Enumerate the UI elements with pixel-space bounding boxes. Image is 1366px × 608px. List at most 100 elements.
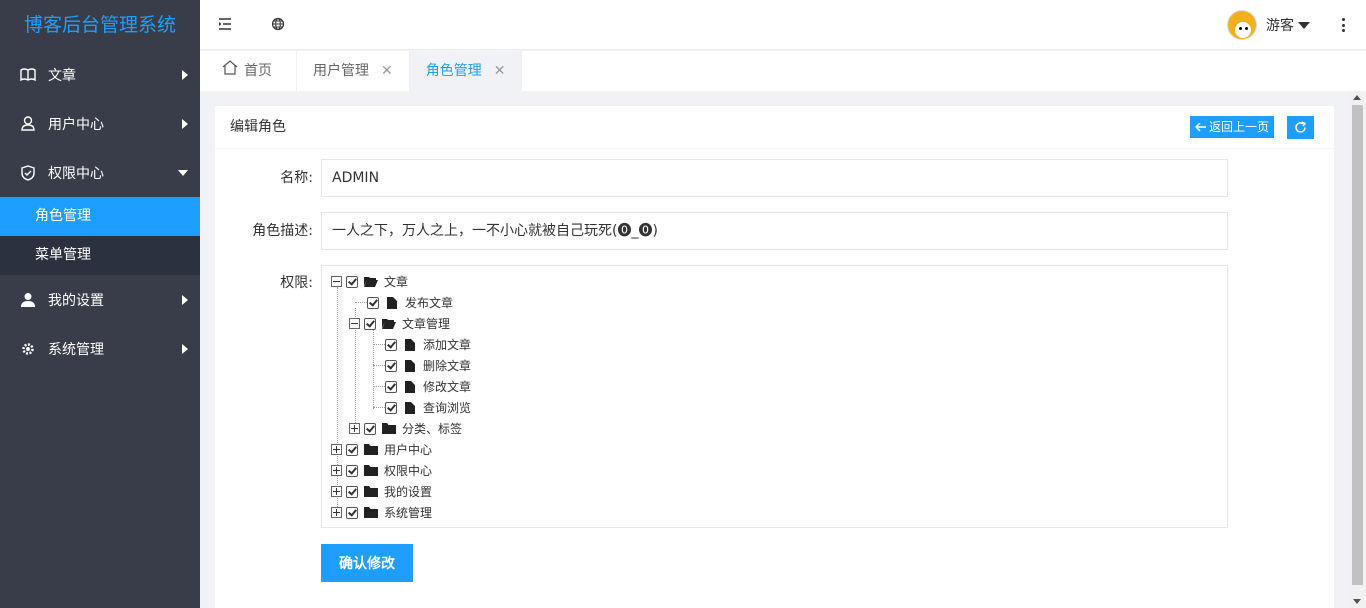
confirm-button[interactable]: 确认修改 bbox=[321, 544, 413, 582]
file-icon bbox=[387, 296, 397, 309]
tree-node-label: 分类、标签 bbox=[402, 422, 463, 436]
sidebar-subitem-menu-management[interactable]: 菜单管理 bbox=[0, 236, 200, 275]
refresh-button[interactable] bbox=[1287, 116, 1314, 139]
checkbox[interactable] bbox=[385, 380, 397, 393]
top-header: 游客 bbox=[200, 0, 1366, 50]
back-button[interactable]: 返回上一页 bbox=[1189, 116, 1274, 138]
expand-icon[interactable] bbox=[331, 486, 342, 497]
chevron-down-icon bbox=[178, 169, 188, 176]
checkbox[interactable] bbox=[346, 443, 358, 456]
globe-icon[interactable] bbox=[271, 17, 287, 33]
close-icon[interactable]: ✕ bbox=[381, 51, 393, 91]
file-icon bbox=[405, 359, 415, 372]
form-row-permissions: 权限: 文章 发布文章 文章管理 添加文章 删除文章 修改文章 查询浏览 分类、… bbox=[215, 265, 1228, 528]
expand-icon[interactable] bbox=[331, 465, 342, 476]
permissions-label: 权限: bbox=[280, 275, 313, 291]
tree-node-system-management[interactable]: 系统管理 bbox=[331, 502, 432, 523]
folder-open-icon bbox=[364, 277, 378, 287]
tree-node-permission-center[interactable]: 权限中心 bbox=[331, 460, 432, 481]
sidebar-item-label: 用户中心 bbox=[48, 116, 104, 133]
tree-node-article-management[interactable]: 文章管理 bbox=[349, 313, 450, 334]
checkbox[interactable] bbox=[346, 485, 358, 498]
folder-icon bbox=[364, 465, 378, 476]
name-input[interactable]: ADMIN bbox=[321, 159, 1228, 197]
sidebar-item-permission-center[interactable]: 权限中心 bbox=[0, 148, 200, 197]
description-input[interactable]: 一人之下，万人之上，一不小心就被自己玩死(⓿_⓿) bbox=[321, 212, 1228, 250]
tree-node-user-center[interactable]: 用户中心 bbox=[331, 439, 432, 460]
card-title: 编辑角色 bbox=[230, 119, 286, 135]
caret-down-icon bbox=[1298, 21, 1310, 29]
tree-node-label: 查询浏览 bbox=[423, 401, 472, 415]
tree-node-label: 发布文章 bbox=[405, 296, 454, 310]
book-icon bbox=[20, 67, 36, 83]
page-scrollbar[interactable] bbox=[1349, 91, 1366, 608]
checkbox[interactable] bbox=[364, 422, 376, 435]
sidebar-item-label: 权限中心 bbox=[48, 165, 104, 182]
tree-node-label: 用户中心 bbox=[384, 443, 433, 457]
tree-node-my-settings[interactable]: 我的设置 bbox=[331, 481, 432, 502]
checkbox[interactable] bbox=[367, 296, 379, 309]
scroll-down-icon[interactable] bbox=[1353, 599, 1361, 604]
more-vertical-icon[interactable] bbox=[1342, 18, 1346, 32]
tree-node-article[interactable]: 文章 bbox=[331, 271, 408, 292]
user-menu[interactable]: 游客 bbox=[1227, 10, 1310, 40]
close-icon[interactable]: ✕ bbox=[494, 51, 506, 91]
tree-node-publish-article[interactable]: 发布文章 bbox=[367, 292, 453, 313]
scroll-up-icon[interactable] bbox=[1353, 95, 1361, 100]
user-name: 游客 bbox=[1266, 18, 1294, 34]
sidebar: 博客后台管理系统 文章 用户中心 权限中心 角色管理 菜单管理 我的设置 系统管… bbox=[0, 0, 200, 608]
file-icon bbox=[405, 401, 415, 414]
sidebar-subitem-role-management[interactable]: 角色管理 bbox=[0, 197, 200, 236]
tree-node-query-browse[interactable]: 查询浏览 bbox=[385, 397, 471, 418]
menu-fold-icon[interactable] bbox=[218, 17, 234, 33]
folder-icon bbox=[364, 444, 378, 455]
expand-icon[interactable] bbox=[349, 423, 360, 434]
sidebar-item-label: 文章 bbox=[48, 67, 76, 84]
form-row-name: 名称: ADMIN bbox=[215, 159, 1228, 197]
gear-icon bbox=[20, 341, 36, 357]
checkbox[interactable] bbox=[385, 401, 397, 414]
page-tabs: 首页 用户管理 ✕ 角色管理 ✕ bbox=[200, 51, 1366, 91]
user-outline-icon bbox=[20, 116, 36, 132]
tab-label: 角色管理 bbox=[425, 63, 482, 79]
sidebar-item-system-management[interactable]: 系统管理 bbox=[0, 324, 200, 373]
shield-icon bbox=[20, 164, 36, 181]
expand-icon[interactable] bbox=[331, 444, 342, 455]
folder-icon bbox=[382, 423, 396, 434]
card-header: 编辑角色 返回上一页 bbox=[215, 106, 1334, 149]
tree-node-category-tags[interactable]: 分类、标签 bbox=[349, 418, 462, 439]
chevron-right-icon bbox=[182, 69, 188, 80]
collapse-icon[interactable] bbox=[331, 276, 342, 287]
tab-label: 首页 bbox=[244, 63, 272, 79]
user-icon bbox=[20, 292, 36, 308]
tab-user-management[interactable]: 用户管理 ✕ bbox=[297, 51, 410, 91]
checkbox[interactable] bbox=[385, 359, 397, 372]
file-icon bbox=[405, 380, 415, 393]
tab-role-management[interactable]: 角色管理 ✕ bbox=[409, 51, 523, 91]
checkbox[interactable] bbox=[346, 464, 358, 477]
sidebar-item-article[interactable]: 文章 bbox=[0, 50, 200, 99]
checkbox[interactable] bbox=[346, 275, 358, 288]
chevron-right-icon bbox=[182, 343, 188, 354]
tree-node-add-article[interactable]: 添加文章 bbox=[385, 334, 471, 355]
refresh-icon bbox=[1294, 121, 1307, 134]
app-title: 博客后台管理系统 bbox=[0, 0, 200, 50]
tree-node-label: 系统管理 bbox=[384, 506, 433, 520]
tab-home[interactable]: 首页 bbox=[200, 51, 297, 91]
checkbox[interactable] bbox=[346, 506, 358, 519]
sidebar-item-my-settings[interactable]: 我的设置 bbox=[0, 275, 200, 324]
arrow-left-icon bbox=[1194, 122, 1207, 132]
scrollbar-thumb[interactable] bbox=[1352, 105, 1363, 585]
file-icon bbox=[405, 338, 415, 351]
tree-node-delete-article[interactable]: 删除文章 bbox=[385, 355, 471, 376]
expand-icon[interactable] bbox=[331, 507, 342, 518]
folder-icon bbox=[364, 507, 378, 518]
description-label: 角色描述: bbox=[252, 223, 313, 239]
sidebar-item-user-center[interactable]: 用户中心 bbox=[0, 99, 200, 148]
collapse-icon[interactable] bbox=[349, 318, 360, 329]
checkbox[interactable] bbox=[364, 317, 376, 330]
tree-node-label: 修改文章 bbox=[423, 380, 472, 394]
avatar bbox=[1227, 10, 1257, 40]
checkbox[interactable] bbox=[385, 338, 397, 351]
tree-node-edit-article[interactable]: 修改文章 bbox=[385, 376, 471, 397]
